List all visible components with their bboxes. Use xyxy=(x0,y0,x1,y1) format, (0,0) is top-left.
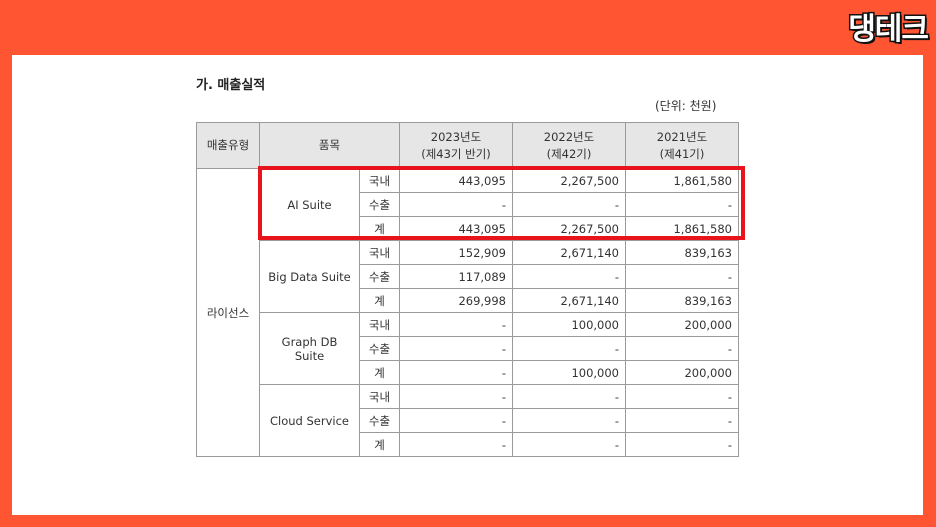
value-2022: - xyxy=(512,408,626,433)
table-row: Graph DB Suite 국내 - 100,000 200,000 xyxy=(197,312,739,385)
sub-type-cell: 계 xyxy=(359,432,400,457)
value-2021: 200,000 xyxy=(625,360,739,385)
value-2023: - xyxy=(399,312,513,337)
value-2023: - xyxy=(399,408,513,433)
header-sales-type: 매출유형 xyxy=(196,122,260,169)
header-2022-period: (제42기) xyxy=(546,146,592,161)
value-2021: - xyxy=(625,336,739,361)
ai-suite-highlight-box xyxy=(258,166,745,240)
value-2023: - xyxy=(399,384,513,409)
value-2023: 152,909 xyxy=(399,240,513,265)
value-2022: 2,671,140 xyxy=(512,240,626,265)
header-2022: 2022년도 (제42기) xyxy=(512,122,626,169)
value-2022: - xyxy=(512,336,626,361)
value-2021: - xyxy=(625,432,739,457)
value-2022: - xyxy=(512,384,626,409)
value-2022: - xyxy=(512,264,626,289)
header-2021: 2021년도 (제41기) xyxy=(625,122,739,169)
sub-type-cell: 계 xyxy=(359,288,400,313)
sales-type-cell: 라이선스 xyxy=(196,168,260,457)
header-2022-year: 2022년도 xyxy=(543,129,595,144)
sub-type-cell: 계 xyxy=(359,360,400,385)
header-2021-period: (제41기) xyxy=(659,146,705,161)
value-2023: - xyxy=(399,432,513,457)
document-viewport: 가. 매출실적 (단위: 천원) 매출유형 품목 2023년도 (제43기 반기… xyxy=(12,55,923,468)
value-2021: 200,000 xyxy=(625,312,739,337)
product-graph-db-suite: Graph DB Suite xyxy=(259,312,360,385)
product-cloud-service: Cloud Service xyxy=(259,384,360,457)
value-2023: - xyxy=(399,336,513,361)
header-item: 품목 xyxy=(259,122,400,169)
header-2023-year: 2023년도 xyxy=(430,129,482,144)
unit-label: (단위: 천원) xyxy=(655,99,717,113)
sub-type-cell: 국내 xyxy=(359,312,400,337)
header-2023: 2023년도 (제43기 반기) xyxy=(399,122,513,169)
value-2023: - xyxy=(399,360,513,385)
table-row: Big Data Suite 국내 152,909 2,671,140 839,… xyxy=(197,240,739,313)
table-header-row: 매출유형 품목 2023년도 (제43기 반기) 2022년도 (제42기) 2… xyxy=(196,122,739,169)
table-row: Cloud Service 국내 - - - xyxy=(197,384,739,457)
document-page: 가. 매출실적 (단위: 천원) 매출유형 품목 2023년도 (제43기 반기… xyxy=(12,55,923,515)
sub-type-cell: 수출 xyxy=(359,336,400,361)
value-2022: 100,000 xyxy=(512,312,626,337)
value-2023: 269,998 xyxy=(399,288,513,313)
sub-type-cell: 국내 xyxy=(359,240,400,265)
value-2021: - xyxy=(625,408,739,433)
product-big-data-suite: Big Data Suite xyxy=(259,240,360,313)
value-2022: 2,671,140 xyxy=(512,288,626,313)
value-2022: 100,000 xyxy=(512,360,626,385)
value-2021: - xyxy=(625,384,739,409)
section-title: 가. 매출실적 xyxy=(196,78,266,93)
brand-logo: 댕테크 xyxy=(847,11,931,49)
value-2021: 839,163 xyxy=(625,240,739,265)
header-2021-year: 2021년도 xyxy=(656,129,708,144)
sub-type-cell: 수출 xyxy=(359,408,400,433)
value-2023: 117,089 xyxy=(399,264,513,289)
value-2021: 839,163 xyxy=(625,288,739,313)
value-2022: - xyxy=(512,432,626,457)
sub-type-cell: 수출 xyxy=(359,264,400,289)
header-2023-period: (제43기 반기) xyxy=(421,146,491,161)
value-2021: - xyxy=(625,264,739,289)
sub-type-cell: 국내 xyxy=(359,384,400,409)
